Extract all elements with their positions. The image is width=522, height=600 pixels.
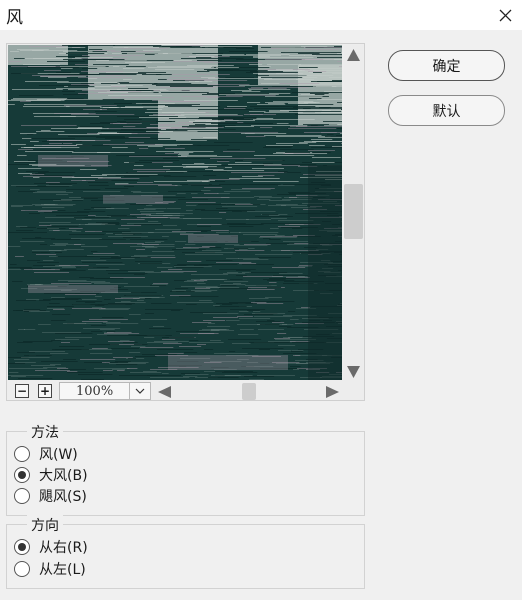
method-option-stagger[interactable]: 飓风(S) (14, 486, 87, 506)
vertical-scrollbar[interactable] (344, 45, 363, 380)
method-legend: 方法 (27, 422, 63, 442)
radio-label: 飓风(S) (39, 489, 87, 505)
close-button[interactable] (488, 0, 522, 30)
ok-button[interactable]: 确定 (388, 50, 505, 81)
scroll-down-arrow-icon[interactable] (346, 365, 361, 379)
radio-label: 大风(B) (39, 468, 88, 484)
method-option-blast[interactable]: 大风(B) (14, 465, 88, 485)
radio-button[interactable] (14, 539, 30, 555)
wind-effect-preview (8, 45, 342, 380)
window-title: 风 (6, 8, 23, 28)
zoom-dropdown-button[interactable] (129, 383, 150, 399)
scroll-up-arrow-icon[interactable] (346, 48, 361, 62)
zoom-level-select[interactable]: 100% (59, 382, 151, 400)
horizontal-scroll-thumb[interactable] (242, 383, 256, 400)
chevron-down-icon (135, 388, 145, 394)
method-option-wind[interactable]: 风(W) (14, 444, 78, 464)
plus-icon: + (39, 384, 51, 398)
radio-label: 从左(L) (39, 562, 86, 578)
direction-group: 方向 从右(R) 从左(L) (6, 515, 365, 589)
zoom-in-button[interactable]: + (38, 384, 52, 398)
zoom-bar: − + 100% (8, 381, 364, 400)
close-icon (499, 9, 511, 21)
title-bar: 风 (0, 0, 522, 30)
direction-option-from-right[interactable]: 从右(R) (14, 537, 88, 557)
preview-panel: − + 100% (6, 43, 365, 401)
scroll-left-arrow-icon[interactable] (157, 385, 172, 399)
zoom-level-value: 100% (76, 384, 114, 399)
radio-button[interactable] (14, 467, 30, 483)
radio-button[interactable] (14, 446, 30, 462)
radio-button[interactable] (14, 488, 30, 504)
radio-label: 从右(R) (39, 540, 88, 556)
radio-button[interactable] (14, 561, 30, 577)
vertical-scroll-thumb[interactable] (344, 184, 363, 239)
minus-icon: − (16, 384, 28, 398)
direction-legend: 方向 (27, 515, 63, 535)
radio-label: 风(W) (39, 447, 78, 463)
method-group: 方法 风(W) 大风(B) 飓风(S) (6, 422, 365, 516)
preview-image[interactable] (8, 45, 342, 380)
direction-option-from-left[interactable]: 从左(L) (14, 559, 86, 579)
scroll-right-arrow-icon[interactable] (325, 385, 340, 399)
default-button[interactable]: 默认 (388, 95, 505, 126)
zoom-out-button[interactable]: − (15, 384, 29, 398)
